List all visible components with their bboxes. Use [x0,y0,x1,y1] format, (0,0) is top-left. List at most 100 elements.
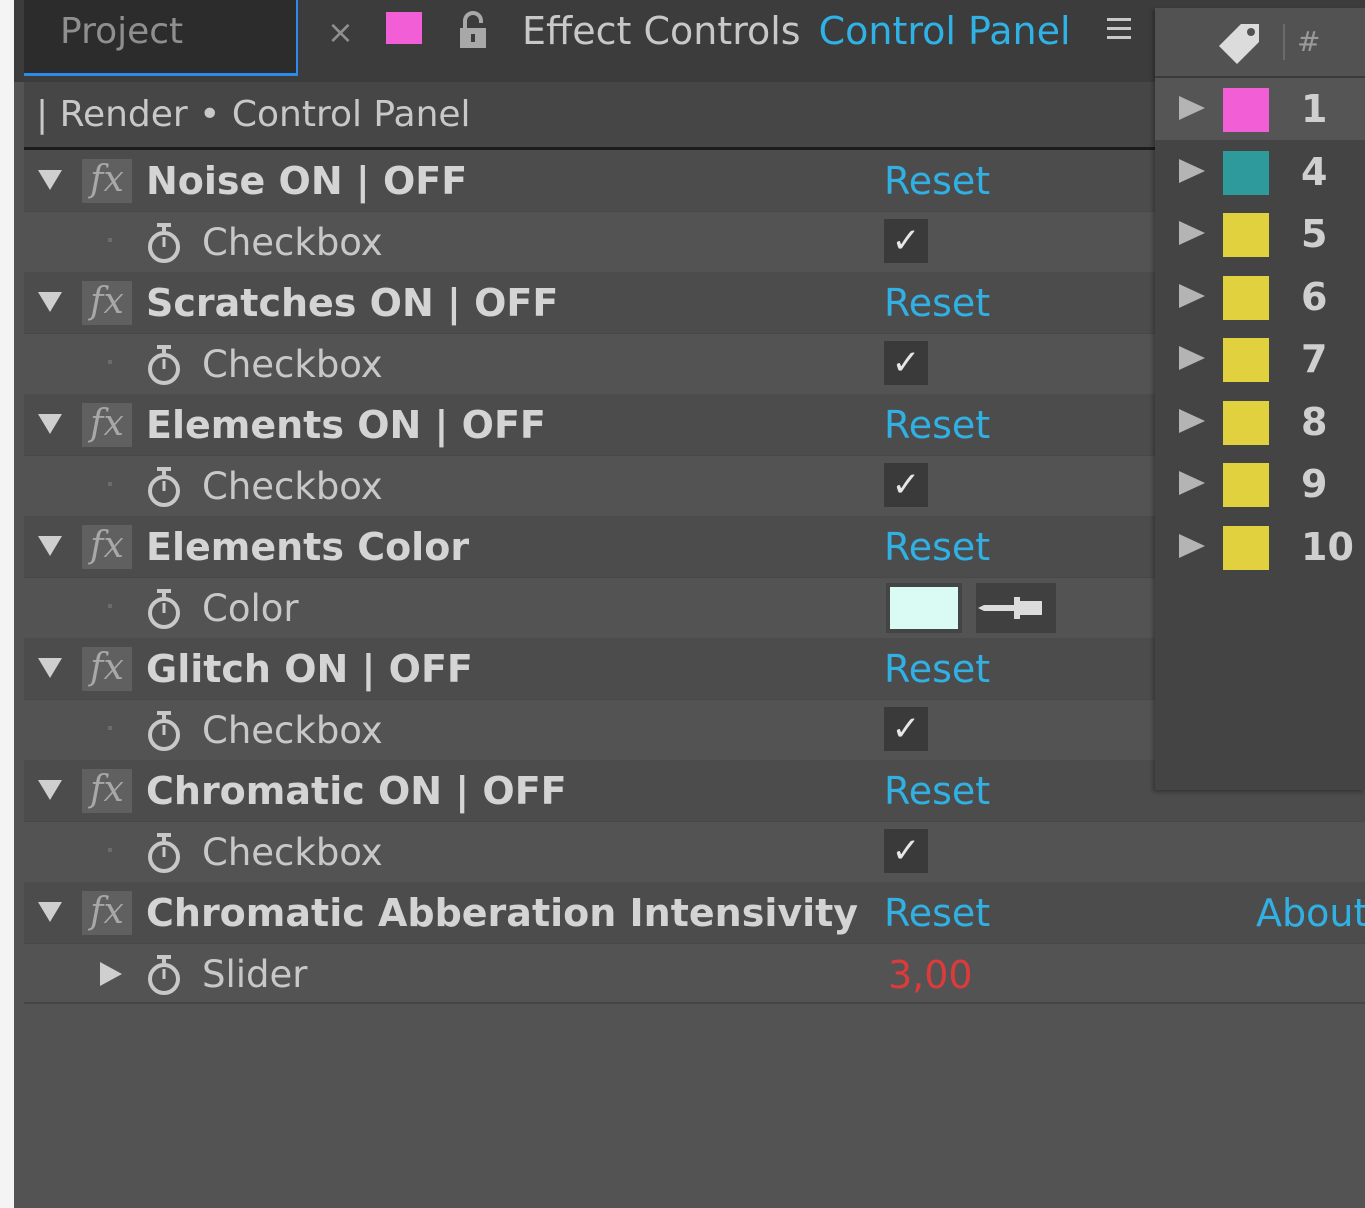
effect-header-row[interactable]: fx Chromatic Abberation Intensivity Reset A… [24,882,1365,943]
expand-arrow-icon [1179,283,1205,308]
expand-arrow-icon [1179,346,1205,370]
tab-title-layer: Control Panel [818,9,1071,53]
tab-title-label: Effect Controls [522,9,801,53]
param-name: Checkbox [202,831,383,874]
label-number: 10 [1301,524,1354,569]
effect-controls-window: Project × Effect Controls Control Panel |… [14,0,1365,1208]
stopwatch-icon[interactable] [144,466,184,508]
stopwatch-icon[interactable] [144,710,184,752]
fx-toggle-icon[interactable]: fx [82,891,132,935]
param-name: Slider [202,953,308,996]
label-option[interactable]: 4 [1155,141,1365,203]
label-color-swatch [1223,88,1269,132]
about-link[interactable]: About [1256,888,1365,938]
effect-param-row: Slider 3,00 [24,943,1365,1004]
stopwatch-icon[interactable] [144,954,184,996]
tree-dot [108,604,112,608]
label-option[interactable]: 8 [1155,391,1365,453]
label-color-swatch [1223,525,1269,570]
reset-link[interactable]: Reset [884,766,990,816]
collapse-triangle-icon[interactable] [38,658,62,678]
number-column-header[interactable]: # [1297,22,1320,62]
reset-link[interactable]: Reset [884,400,990,450]
label-option[interactable]: 9 [1155,453,1365,515]
dropdown-header: # [1155,8,1365,78]
collapse-triangle-icon[interactable] [38,170,62,190]
tree-dot [108,726,112,730]
breadcrumb-text: | Render • Control Panel [36,94,471,135]
hamburger-menu-icon[interactable] [1104,14,1134,44]
effect-name[interactable]: Noise ON | OFF [146,156,467,206]
reset-link[interactable]: Reset [884,278,990,328]
effect-name[interactable]: Scratches ON | OFF [146,278,558,328]
checkbox[interactable]: ✓ [884,341,928,385]
checkbox[interactable]: ✓ [884,463,928,507]
header-separator [1283,24,1285,60]
lock-icon[interactable] [456,10,490,50]
tree-dot [108,482,112,486]
stopwatch-icon[interactable] [144,832,184,874]
collapse-triangle-icon[interactable] [38,414,62,434]
label-option[interactable]: 6 [1155,266,1365,328]
collapse-triangle-icon[interactable] [38,536,62,556]
label-color-swatch [1223,400,1269,445]
effect-name[interactable]: Elements ON | OFF [146,400,546,450]
fx-toggle-icon[interactable]: fx [82,281,132,325]
effect-name[interactable]: Elements Color [146,522,469,572]
reset-link[interactable]: Reset [884,888,990,938]
stopwatch-icon[interactable] [144,344,184,386]
param-name: Checkbox [202,465,383,508]
tree-dot [108,238,112,242]
label-option[interactable]: 1 [1155,78,1365,140]
stopwatch-icon[interactable] [144,588,184,630]
fx-toggle-icon[interactable]: fx [82,403,132,447]
label-color-swatch [1223,275,1269,320]
label-number: 1 [1301,87,1328,131]
label-option[interactable]: 10 [1155,516,1365,578]
effect-name[interactable]: Chromatic ON | OFF [146,766,567,816]
checkbox[interactable]: ✓ [884,707,928,751]
label-color-dropdown: # 1 4 5 6 7 8 9 10 [1155,8,1365,790]
expand-arrow-icon [1179,471,1205,495]
label-number: 8 [1301,399,1328,444]
collapse-triangle-icon[interactable] [38,292,62,312]
checkbox[interactable]: ✓ [884,219,928,263]
tab-divider [296,0,298,76]
eyedropper-icon[interactable] [976,583,1056,633]
label-color-swatch [1223,150,1269,195]
stopwatch-icon[interactable] [144,222,184,264]
color-swatch[interactable] [886,583,962,633]
label-number: 7 [1301,337,1328,381]
collapse-triangle-icon[interactable] [38,902,62,922]
tab-project[interactable]: Project [24,0,296,76]
label-tag-icon[interactable] [1211,18,1267,66]
collapse-triangle-icon[interactable] [38,780,62,800]
panel-label-color-swatch[interactable] [386,12,422,44]
effect-param-row: Checkbox ✓ [24,821,1365,882]
tab-effect-controls[interactable]: Effect Controls Control Panel [522,6,1071,56]
reset-link[interactable]: Reset [884,522,990,572]
checkbox[interactable]: ✓ [884,829,928,873]
fx-toggle-icon[interactable]: fx [82,159,132,203]
fx-toggle-icon[interactable]: fx [82,769,132,813]
label-option[interactable]: 5 [1155,203,1365,265]
fx-toggle-icon[interactable]: fx [82,525,132,569]
close-icon[interactable]: × [327,12,354,52]
label-number: 4 [1301,149,1328,194]
reset-link[interactable]: Reset [884,644,990,694]
expand-triangle-icon[interactable] [100,962,122,986]
label-number: 5 [1301,212,1328,256]
slider-value[interactable]: 3,00 [888,950,973,1000]
label-option[interactable]: 7 [1155,328,1365,390]
param-name: Checkbox [202,343,383,386]
expand-arrow-icon [1179,158,1205,183]
effect-name[interactable]: Glitch ON | OFF [146,644,473,694]
label-color-swatch [1223,338,1269,382]
expand-arrow-icon [1179,533,1205,558]
fx-toggle-icon[interactable]: fx [82,647,132,691]
effect-name[interactable]: Chromatic Abberation Intensivity [146,888,858,938]
expand-arrow-icon [1179,408,1205,433]
param-name: Checkbox [202,221,383,264]
param-name: Color [202,587,299,630]
reset-link[interactable]: Reset [884,156,990,206]
